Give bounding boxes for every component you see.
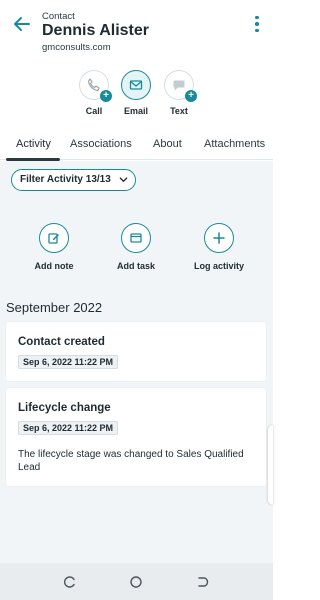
timeline-card-description: The lifecycle stage was changed to Sales… [18,449,244,473]
back-nav-icon[interactable] [196,575,210,589]
add-task-button[interactable]: Add task [106,223,166,271]
record-tabs: Activity Associations About Attachments [0,130,273,161]
edit-note-icon [39,223,69,253]
timeline-card-lifecycle-change[interactable]: Lifecycle change Sep 6, 2022 11:22 PM Th… [6,388,266,486]
timeline-card-title: Lifecycle change [18,402,111,414]
timeline-month-heading: September 2022 [6,300,103,315]
chat-icon[interactable]: + [164,70,197,102]
filter-activity-label: Filter Activity 13/13 [20,174,111,185]
record-type-label: Contact [42,11,75,22]
task-icon [121,223,151,253]
contact-header: Contact Dennis Alister gmconsults.com + … [0,0,273,130]
home-icon[interactable] [129,575,143,589]
chevron-down-icon [119,177,128,182]
more-options-icon[interactable] [251,14,263,34]
phone-icon[interactable]: + [79,70,112,102]
email-icon[interactable] [121,70,151,100]
tab-attachments[interactable]: Attachments [204,138,265,150]
activity-panel: Filter Activity 13/13 Add note Add task … [0,161,273,563]
tab-associations[interactable]: Associations [70,138,132,150]
add-note-label: Add note [34,261,74,271]
log-activity-button[interactable]: Log activity [189,223,249,271]
add-note-button[interactable]: Add note [24,223,84,271]
system-nav-bar [0,563,273,600]
timeline-card-title: Contact created [18,336,105,348]
recent-apps-icon[interactable] [63,575,77,589]
call-label: Call [85,106,103,116]
timeline-card-timestamp: Sep 6, 2022 11:22 PM [18,355,119,369]
timeline-card-timestamp: Sep 6, 2022 11:22 PM [18,421,119,435]
tab-about[interactable]: About [153,138,182,150]
text-label: Text [170,106,188,116]
edge-panel-handle[interactable] [268,425,273,505]
text-plus-badge: + [185,90,197,102]
tab-activity[interactable]: Activity [16,138,51,150]
call-action[interactable]: + Call [74,70,114,116]
text-action[interactable]: + Text [159,70,199,116]
call-plus-badge: + [100,90,112,102]
back-arrow-icon[interactable] [12,14,32,34]
email-label: Email [123,106,148,116]
contact-domain: gmconsults.com [42,42,111,53]
add-task-label: Add task [116,261,155,271]
contact-name: Dennis Alister [42,22,149,39]
timeline-card-contact-created[interactable]: Contact created Sep 6, 2022 11:22 PM [6,322,266,381]
filter-activity-button[interactable]: Filter Activity 13/13 [11,169,136,191]
plus-icon [204,223,234,253]
email-action[interactable]: Email [116,70,156,116]
log-activity-label: Log activity [193,261,244,271]
